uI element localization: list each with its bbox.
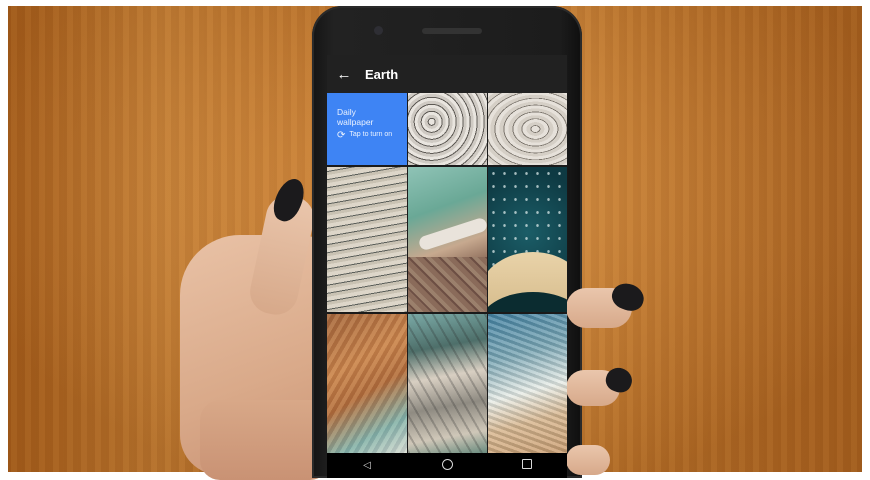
daily-wallpaper-action-label: Tap to turn on — [349, 131, 393, 138]
daily-wallpaper-title: Daily wallpaper — [337, 107, 374, 127]
field-pattern — [408, 257, 487, 312]
dune-texture — [327, 314, 407, 453]
wallpaper-thumbnail[interactable] — [488, 314, 567, 453]
navigation-bar: ◁ — [327, 453, 567, 478]
wallpaper-thumbnail[interactable] — [488, 167, 567, 312]
wallpaper-thumbnail[interactable] — [327, 314, 407, 453]
earpiece-speaker — [422, 28, 482, 34]
wallpaper-thumbnail[interactable] — [327, 167, 407, 312]
right-finger-3 — [566, 445, 610, 475]
nav-home-button[interactable] — [432, 458, 462, 473]
wallpaper-thumbnail[interactable] — [408, 93, 487, 165]
refresh-icon: ⟳ — [337, 130, 346, 141]
daily-wallpaper-action[interactable]: ⟳ Tap to turn on — [337, 131, 397, 141]
nav-home-icon — [441, 458, 453, 470]
arrow-left-icon[interactable]: ← — [327, 55, 361, 93]
rock-texture — [408, 314, 487, 453]
wallpaper-thumbnail[interactable] — [408, 167, 487, 312]
hand-wrist — [200, 400, 330, 480]
page-title: Earth — [365, 66, 399, 82]
coast-texture — [488, 314, 567, 453]
front-camera — [374, 26, 383, 35]
daily-wallpaper-tile[interactable]: Daily wallpaper ⟳ Tap to turn on — [327, 93, 407, 165]
phone-screen: ← Earth Daily wallpaper ⟳ Tap to turn on — [327, 55, 567, 478]
nav-back-icon[interactable]: ◁ — [352, 460, 382, 471]
wallpaper-thumbnail[interactable] — [488, 93, 567, 165]
river-feature — [417, 216, 487, 252]
app-bar: ← Earth — [327, 55, 567, 93]
nav-recents-button[interactable] — [512, 459, 542, 472]
nav-recents-icon — [522, 459, 532, 469]
wallpaper-thumbnail[interactable] — [408, 314, 487, 453]
